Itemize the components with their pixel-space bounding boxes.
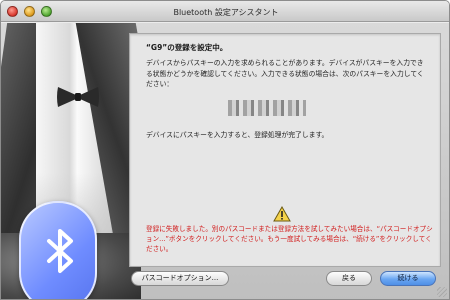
passcode-options-button[interactable]: パスコードオプション... [131, 271, 229, 286]
bluetooth-icon [47, 229, 73, 273]
assistant-window: Bluetooth 設定アシスタント “G9”の登録を設定中。 デバイスからパス… [0, 0, 450, 300]
pairing-error-message: 登録に失敗しました。別のパスコードまたは登録方法を試してみたい場合は、“パスコー… [146, 225, 433, 253]
passkey-instructions: デバイスからパスキーの入力を求められることがあります。デバイスがパスキーを入力で… [146, 59, 424, 88]
passkey-display-obscured [228, 100, 306, 116]
pairing-panel: “G9”の登録を設定中。 デバイスからパスキーの入力を求められることがあります。… [129, 33, 441, 267]
back-button[interactable]: 戻る [326, 271, 372, 286]
title-bar[interactable]: Bluetooth 設定アシスタント [1, 1, 449, 22]
bowtie-illustration [57, 87, 99, 107]
tuxedo-illustration [1, 23, 141, 299]
bluetooth-badge [19, 201, 97, 299]
resize-grip[interactable] [437, 287, 447, 297]
completion-text: デバイスにパスキーを入力すると、登録処理が完了します。 [146, 131, 329, 139]
warning-icon [273, 206, 291, 222]
pairing-heading: “G9”の登録を設定中。 [146, 43, 228, 52]
continue-button[interactable]: 続ける [380, 271, 436, 286]
window-title: Bluetooth 設定アシスタント [173, 8, 279, 17]
